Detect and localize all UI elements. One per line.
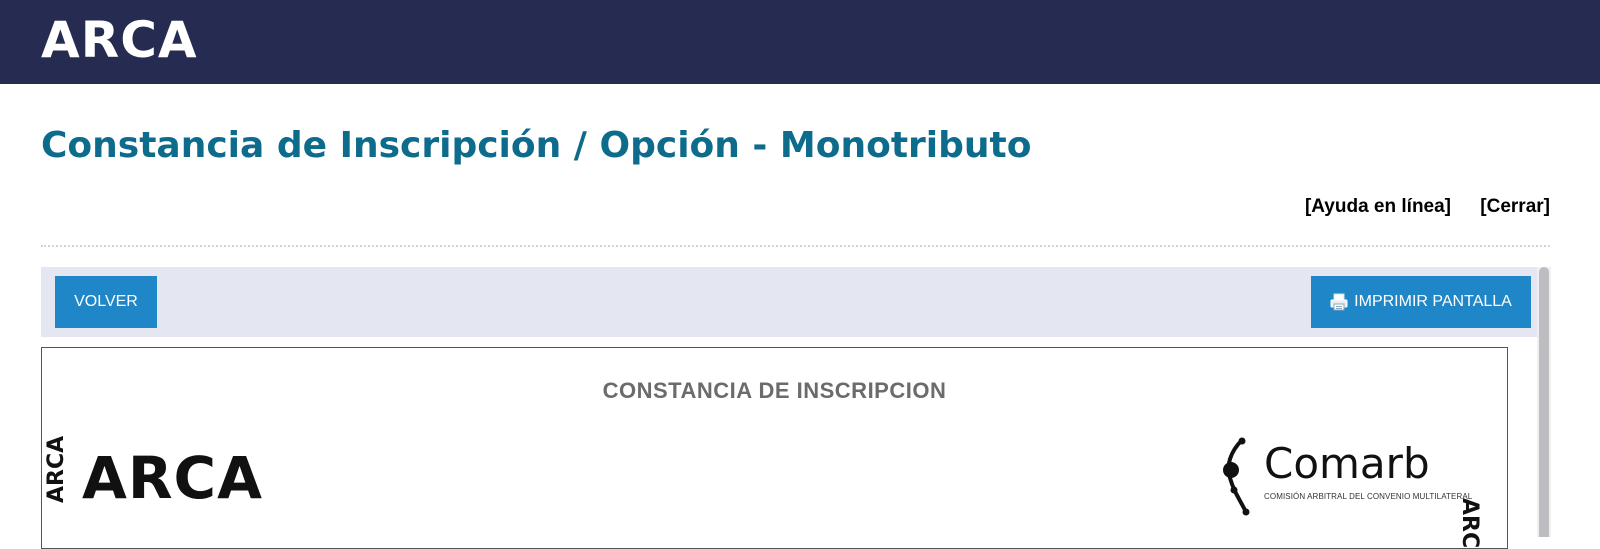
scrollbar-thumb[interactable] [1539,267,1549,537]
back-button[interactable]: VOLVER [55,276,157,328]
print-screen-button[interactable]: IMPRIMIR PANTALLA [1311,276,1531,328]
page-title: Constancia de Inscripción / Opción - Mon… [41,125,1032,166]
comarb-subtitle: COMISIÓN ARBITRAL DEL CONVENIO MULTILATE… [1264,492,1473,501]
dotted-divider [41,245,1550,247]
close-link[interactable]: [Cerrar] [1480,196,1550,217]
document-side-watermark-left: ARCA [44,435,69,503]
help-link[interactable]: [Ayuda en línea] [1305,196,1451,217]
vertical-scrollbar[interactable] [1537,267,1551,537]
arca-logo: ARCA [41,11,198,69]
comarb-emblem-icon [1223,437,1250,516]
action-toolbar: VOLVER IMPRIMIR PANTALLA [41,267,1537,337]
back-button-label: VOLVER [74,293,138,310]
top-banner: ARCA [0,0,1600,84]
printer-icon [1330,293,1348,311]
document-arca-logo: ARCA [82,444,264,512]
constancia-document: CONSTANCIA DE INSCRIPCION ARCA ARCA ARCA… [41,347,1508,549]
comarb-wordmark: Comarb [1264,439,1430,488]
header-links: [Ayuda en línea] [Cerrar] [1305,196,1550,218]
document-title: CONSTANCIA DE INSCRIPCION [602,378,947,403]
comarb-logo: Comarb COMISIÓN ARBITRAL DEL CONVENIO MU… [1220,436,1490,516]
print-screen-label: IMPRIMIR PANTALLA [1354,293,1512,310]
